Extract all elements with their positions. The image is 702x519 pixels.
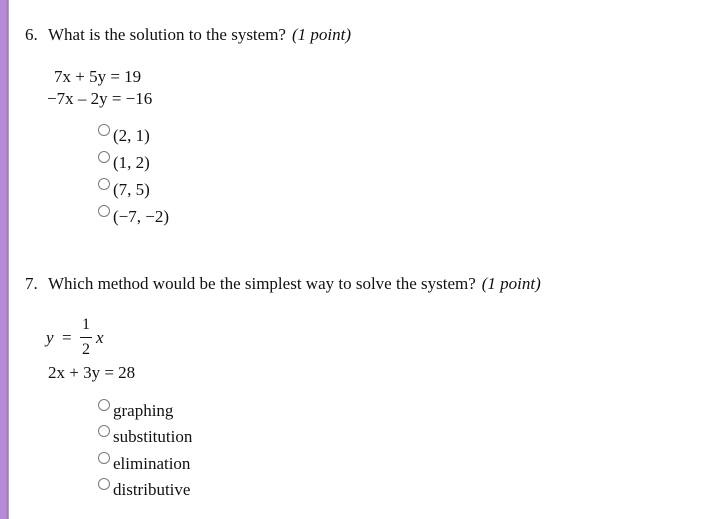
radio-button[interactable]: [98, 205, 110, 217]
left-sidebar-bar: [0, 0, 9, 519]
question-6-equation-1: 7x + 5y = 19: [54, 67, 142, 86]
fraction-denominator: 2: [82, 341, 90, 358]
option-label: substitution: [113, 427, 193, 446]
equation-equals: =: [62, 328, 72, 347]
option-label: (1, 2): [113, 153, 150, 172]
question-7-points: (1 point): [481, 274, 541, 293]
question-6-title: 6. What is the solution to the system? (1 …: [25, 25, 351, 45]
question-6-number: 6.: [25, 25, 38, 44]
question-7-equation-2: 2x + 3y = 28: [48, 363, 136, 382]
equation-lhs: y: [46, 328, 54, 347]
option-label: (−7, −2): [113, 207, 169, 226]
radio-button[interactable]: [98, 399, 110, 411]
radio-button[interactable]: [98, 151, 110, 163]
radio-button[interactable]: [98, 178, 110, 190]
radio-button[interactable]: [98, 425, 110, 437]
radio-button[interactable]: [98, 478, 110, 490]
question-6-prompt: What is the solution to the system?: [48, 25, 286, 44]
equation-var: x: [96, 328, 104, 347]
question-7-title: 7. Which method would be the simplest way…: [25, 274, 541, 294]
option-label: graphing: [113, 401, 174, 420]
option-label: (7, 5): [113, 180, 150, 199]
question-6-equation-2: −7x – 2y = −16: [47, 89, 153, 108]
fraction-bar: [80, 337, 92, 338]
radio-button[interactable]: [98, 452, 110, 464]
option-label: distributive: [113, 480, 191, 499]
question-7-prompt: Which method would be the simplest way t…: [48, 274, 476, 293]
question-7-number: 7.: [25, 274, 38, 293]
radio-button[interactable]: [98, 124, 110, 136]
fraction-numerator: 1: [82, 316, 90, 333]
question-6-points: (1 point): [291, 25, 351, 44]
option-label: (2, 1): [113, 126, 150, 145]
option-label: elimination: [113, 454, 191, 473]
